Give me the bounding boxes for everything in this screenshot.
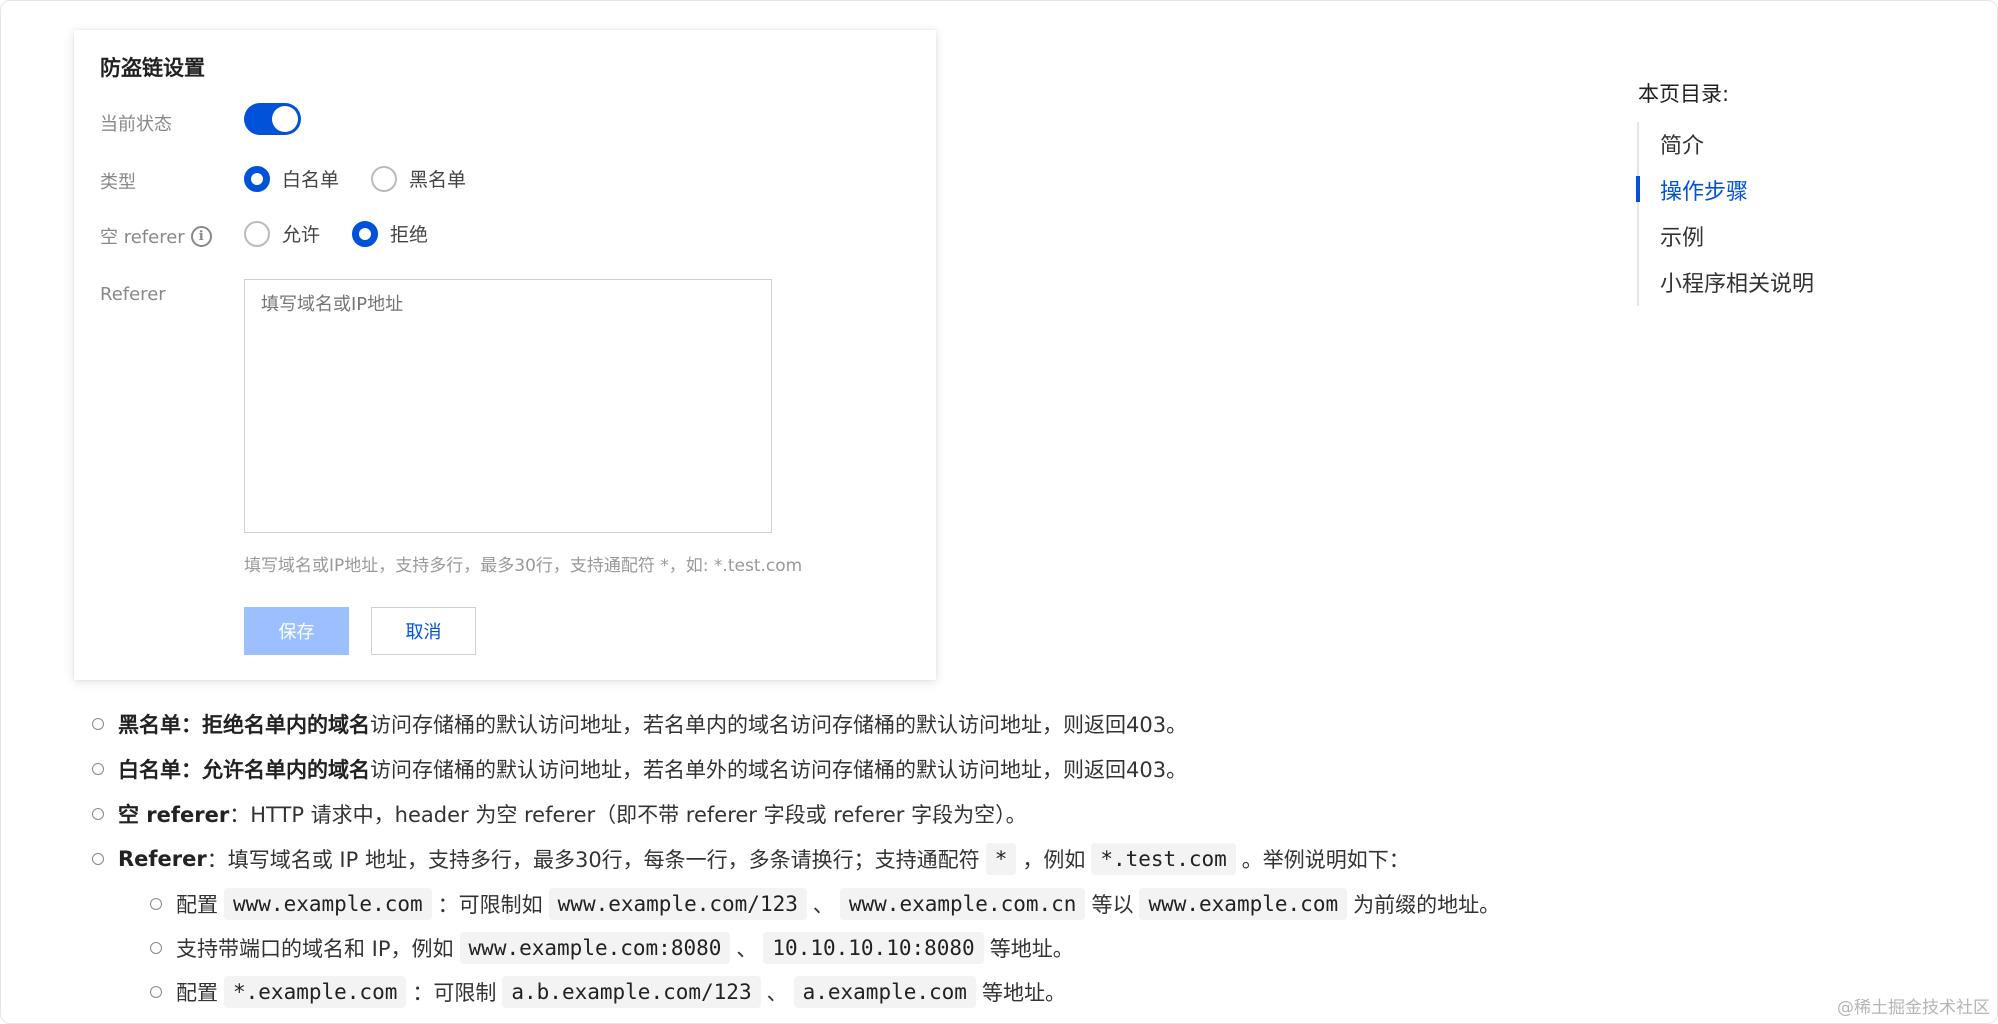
code-snippet: www.example.com (1139, 888, 1348, 920)
toggle-knob (272, 106, 298, 132)
item-text: 访问存储桶的默认访问地址，若名单内的域名访问存储桶的默认访问地址，则返回403。 (370, 713, 1188, 737)
type-radio-group: 白名单 黑名单 (244, 165, 498, 192)
code-snippet: *.example.com (224, 976, 407, 1008)
code-snippet: *.test.com (1091, 843, 1236, 875)
radio-whitelist[interactable]: 白名单 (244, 165, 339, 192)
code-snippet: * (985, 843, 1017, 875)
radio-deny[interactable]: 拒绝 (352, 220, 428, 247)
term: 空 referer (118, 803, 230, 827)
bullet-icon (150, 898, 162, 910)
item-text: 为前缀的地址。 (1353, 893, 1501, 917)
toc-item-steps[interactable]: 操作步骤 (1660, 174, 1748, 206)
bullet-icon (150, 986, 162, 998)
sub-list-item: 支持带端口的域名和 IP，例如 www.example.com:8080、 10.1… (150, 932, 1074, 964)
radio-label: 黑名单 (409, 169, 467, 191)
list-item: 白名单：允许名单内的域名 访问存储桶的默认访问地址，若名单外的域名访问存储桶的默认… (92, 754, 1187, 784)
list-item: Referer ：填写域名或 IP 地址，支持多行，最多30行，每条一行，多条请换… (92, 843, 1410, 875)
sub-list-item: 配置 www.example.com ：可限制如 www.example.com/12… (150, 888, 1500, 920)
status-toggle[interactable] (244, 103, 301, 135)
code-snippet: www.example.com (224, 888, 432, 920)
status-label: 当前状态 (100, 114, 172, 135)
toc-active-indicator (1636, 176, 1640, 202)
radio-label: 拒绝 (390, 224, 429, 246)
radio-allow[interactable]: 允许 (244, 220, 320, 247)
term: 黑名单 (118, 713, 181, 737)
bold-text: 允许名单内的域名 (202, 758, 370, 782)
term-sep: ： (181, 713, 202, 737)
item-text: ：可限制 (412, 981, 497, 1005)
code-snippet: 10.10.10.10:8080 (763, 932, 984, 964)
referer-label: Referer (100, 284, 166, 305)
toc-item-miniprogram[interactable]: 小程序相关说明 (1660, 266, 1814, 298)
sub-list-item: 配置 *.example.com ：可限制 a.b.example.com/123、 a… (150, 976, 1066, 1008)
radio-unchecked-icon (244, 220, 270, 247)
referer-hint: 填写域名或IP地址，支持多行，最多30行，支持通配符 *，如: *.test.c… (244, 556, 803, 576)
type-label: 类型 (100, 172, 136, 193)
empty-referer-label-text: 空 referer (100, 227, 185, 248)
item-text: 等地址。 (989, 937, 1074, 961)
code-snippet: www.example.com.cn (839, 888, 1086, 920)
empty-referer-label: 空 referer i (100, 223, 212, 249)
code-snippet: a.b.example.com/123 (502, 976, 761, 1008)
item-text: ：填写域名或 IP 地址，支持多行，最多30行，每条一行，多条请换行；支持通配符 (206, 848, 980, 872)
empty-referer-radio-group: 允许 拒绝 (244, 220, 460, 247)
item-text: ，例如 (1022, 848, 1086, 872)
item-text: 访问存储桶的默认访问地址，若名单外的域名访问存储桶的默认访问地址，则返回403。 (370, 758, 1188, 782)
item-text: 、 (812, 893, 834, 917)
item-text: ：可限制如 (437, 893, 543, 917)
item-text: ：HTTP 请求中，header 为空 referer（即不带 referer … (229, 803, 1027, 827)
term: Referer (118, 847, 207, 871)
radio-checked-icon (352, 220, 379, 247)
bullet-icon (150, 942, 162, 954)
radio-checked-icon (244, 165, 270, 192)
code-snippet: www.example.com/123 (548, 888, 807, 920)
bullet-icon (92, 763, 104, 775)
item-text: 等以 (1091, 893, 1134, 917)
radio-label: 允许 (282, 224, 321, 246)
watermark: @稀土掘金技术社区 (1837, 998, 1990, 1018)
item-text: 支持带端口的域名和 IP，例如 (176, 937, 454, 961)
term-sep: ： (181, 758, 202, 782)
term: 白名单 (118, 758, 181, 782)
item-text: 等地址。 (981, 981, 1066, 1005)
bullet-icon (92, 718, 104, 730)
radio-unchecked-icon (371, 165, 398, 192)
cancel-button[interactable]: 取消 (371, 607, 476, 655)
item-text: 、 (766, 981, 788, 1005)
item-text: 。举例说明如下： (1241, 848, 1410, 872)
code-snippet: www.example.com:8080 (459, 932, 731, 964)
toc-item-example[interactable]: 示例 (1660, 220, 1704, 252)
toc-line (1637, 122, 1639, 306)
bold-text: 拒绝名单内的域名 (202, 713, 370, 737)
radio-label: 白名单 (282, 169, 340, 191)
code-snippet: a.example.com (793, 976, 976, 1008)
info-icon[interactable]: i (190, 225, 212, 247)
save-button[interactable]: 保存 (244, 607, 349, 655)
toc-title: 本页目录: (1638, 82, 1730, 106)
radio-blacklist[interactable]: 黑名单 (371, 165, 466, 192)
hotlink-protection-card: 防盗链设置 当前状态 类型 白名单 黑名单 空 referer i 允许 拒绝 … (74, 30, 936, 680)
list-item: 黑名单：拒绝名单内的域名 访问存储桶的默认访问地址，若名单内的域名访问存储桶的默认… (92, 709, 1187, 739)
item-text: 、 (736, 937, 758, 961)
item-text: 配置 (176, 981, 218, 1005)
toc-item-intro[interactable]: 简介 (1660, 128, 1704, 160)
bullet-icon (92, 853, 104, 865)
referer-input[interactable] (244, 279, 772, 533)
item-text: 配置 (176, 893, 218, 917)
bullet-icon (92, 808, 104, 820)
list-item: 空 referer ：HTTP 请求中，header 为空 referer（即不带… (92, 799, 1027, 829)
card-title: 防盗链设置 (100, 56, 205, 80)
